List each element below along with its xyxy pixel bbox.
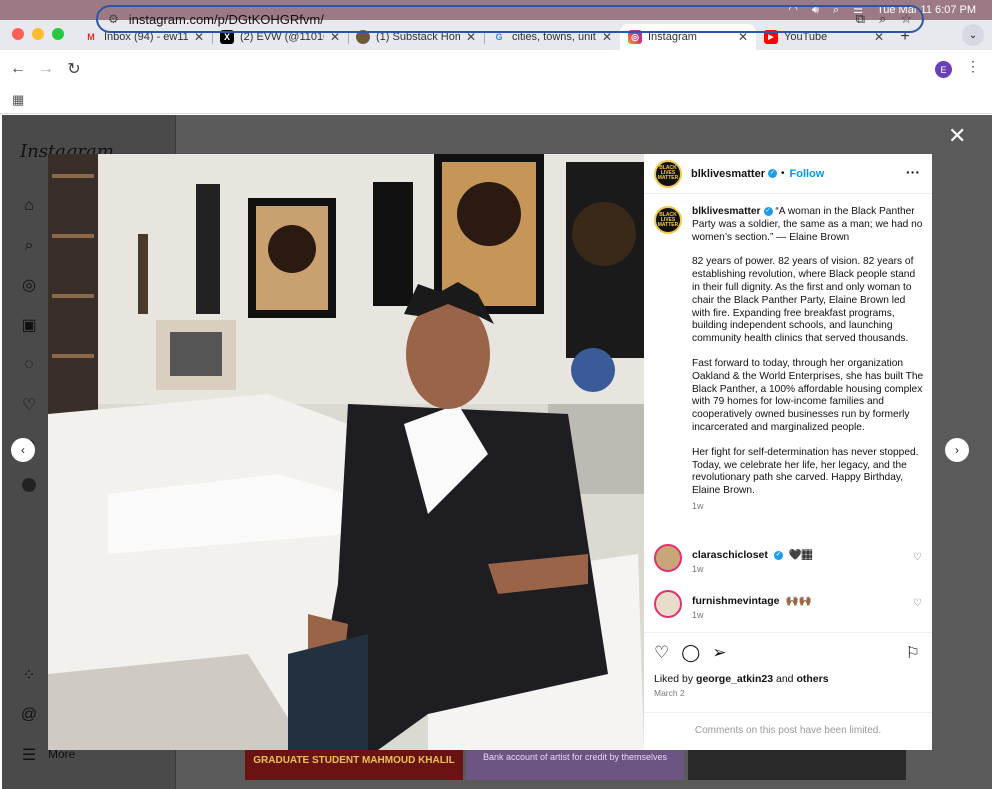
save-bookmark-icon[interactable]: ⚐ bbox=[906, 643, 920, 663]
comment-timestamp[interactable]: 1w bbox=[692, 610, 704, 620]
liked-by-text: Liked by george_atkin23 and others bbox=[654, 673, 829, 685]
post-photo[interactable] bbox=[48, 154, 644, 750]
tab-search-button[interactable]: ⌄ bbox=[962, 24, 984, 46]
caption-paragraph: 82 years of power. 82 years of vision. 8… bbox=[692, 256, 916, 345]
search-icon[interactable]: ⌕ bbox=[20, 237, 38, 255]
cast-icon[interactable]: ⧉ bbox=[856, 11, 865, 27]
verified-badge-icon: ✓ bbox=[773, 550, 783, 560]
reload-button[interactable]: ↻ bbox=[60, 59, 88, 79]
window-controls bbox=[0, 28, 76, 50]
more-menu-icon[interactable]: ☰ bbox=[20, 746, 38, 764]
site-info-icon[interactable]: ⚙︎ bbox=[108, 12, 119, 26]
post-header: BLACK LIVES MATTER blklivesmatter ✓ • Fo… bbox=[644, 154, 932, 194]
verified-badge-icon: ✓ bbox=[763, 206, 773, 216]
share-send-icon[interactable]: ➢ bbox=[712, 643, 726, 663]
browser-toolbar: ← → ↻ bbox=[0, 50, 992, 88]
instagram-page: Instagram ⌂ ⌕ ◎ ▣ ◌ ♡ ⊕ ⁘ @ ☰ More GRADU… bbox=[2, 115, 992, 789]
apps-grid-icon[interactable]: ▦ bbox=[12, 92, 24, 108]
caption-author-avatar[interactable]: BLACK LIVES MATTER bbox=[654, 206, 682, 234]
bookmarks-bar bbox=[0, 88, 992, 114]
next-post-button[interactable]: › bbox=[945, 438, 969, 462]
commenter-username[interactable]: claraschicloset bbox=[692, 549, 768, 561]
gmail-icon: M bbox=[87, 32, 95, 42]
chrome-menu-icon[interactable]: ⋮ bbox=[966, 58, 980, 75]
commenter-avatar[interactable] bbox=[654, 544, 682, 572]
caption-text: blklivesmatter ✓ “A woman in the Black Pa… bbox=[692, 206, 924, 513]
also-from-meta-icon[interactable]: ⁘ bbox=[20, 666, 38, 684]
follow-button[interactable]: Follow bbox=[790, 168, 825, 180]
background-post-tile[interactable]: Bank account of artist for credit by the… bbox=[466, 746, 684, 780]
caption-paragraph: Her fight for self-determination has nev… bbox=[692, 446, 919, 497]
comment-text: 🖤🏾 bbox=[788, 549, 813, 561]
forward-button[interactable]: → bbox=[32, 60, 60, 78]
like-heart-icon[interactable]: ♡ bbox=[654, 643, 669, 663]
previous-post-button[interactable]: ‹ bbox=[11, 438, 35, 462]
author-username[interactable]: blklivesmatter bbox=[691, 168, 765, 180]
minimize-window-button[interactable] bbox=[32, 28, 44, 40]
comments-limited-notice: Comments on this post have been limited. bbox=[644, 712, 932, 736]
comment-timestamp[interactable]: 1w bbox=[692, 564, 704, 574]
caption-paragraph: Fast forward to today, through her organ… bbox=[692, 357, 924, 433]
comment-bubble-icon[interactable]: ◯ bbox=[681, 643, 700, 663]
background-post-tile[interactable]: GRADUATE STUDENT MAHMOUD KHALIL bbox=[245, 746, 463, 780]
liked-by-user[interactable]: george_atkin23 bbox=[696, 673, 773, 685]
zoom-window-button[interactable] bbox=[52, 28, 64, 40]
profile-avatar[interactable]: E bbox=[935, 61, 952, 78]
zoom-icon[interactable]: ⌕ bbox=[879, 11, 886, 27]
profile-avatar-icon[interactable] bbox=[20, 476, 38, 494]
like-comment-heart-icon[interactable]: ♡ bbox=[913, 598, 922, 609]
messenger-icon[interactable]: ◌ bbox=[20, 356, 38, 374]
comment-item: furnishmevintage 🙌🏾🙌🏾 1w ♡ bbox=[654, 590, 924, 624]
comment-item: claraschicloset ✓ 🖤🏾 1w ♡ bbox=[654, 544, 924, 578]
like-comment-heart-icon[interactable]: ♡ bbox=[913, 552, 922, 563]
back-button[interactable]: ← bbox=[4, 60, 32, 78]
comment-text: 🙌🏾🙌🏾 bbox=[785, 595, 812, 607]
more-options-icon[interactable]: ··· bbox=[906, 164, 920, 180]
commenter-username[interactable]: furnishmevintage bbox=[692, 595, 780, 607]
notifications-heart-icon[interactable]: ♡ bbox=[20, 396, 38, 414]
explore-icon[interactable]: ◎ bbox=[20, 276, 38, 294]
author-avatar[interactable]: BLACK LIVES MATTER bbox=[654, 159, 682, 188]
caption-author[interactable]: blklivesmatter bbox=[692, 206, 761, 217]
bookmark-star-icon[interactable]: ☆ bbox=[900, 11, 912, 27]
home-icon[interactable]: ⌂ bbox=[20, 197, 38, 215]
caption-timestamp[interactable]: 1w bbox=[692, 500, 924, 513]
close-window-button[interactable] bbox=[12, 28, 24, 40]
background-post-tile[interactable] bbox=[688, 746, 906, 780]
address-bar[interactable]: ⚙︎ instagram.com/p/DGtKOHGRfvm/ ⧉ ⌕ ☆ bbox=[96, 5, 924, 33]
post-date[interactable]: March 2 bbox=[654, 688, 685, 698]
post-details-panel: BLACK LIVES MATTER blklivesmatter ✓ • Fo… bbox=[644, 154, 932, 750]
liked-by-others[interactable]: others bbox=[796, 673, 828, 685]
verified-badge-icon: ✓ bbox=[767, 169, 777, 178]
commenter-avatar[interactable] bbox=[654, 590, 682, 618]
close-modal-icon[interactable]: ✕ bbox=[948, 123, 966, 149]
reels-icon[interactable]: ▣ bbox=[20, 316, 38, 334]
post-actions: ♡ ◯ ➢ ⚐ Liked by george_atkin23 and othe… bbox=[644, 632, 932, 750]
url-text[interactable]: instagram.com/p/DGtKOHGRfvm/ bbox=[129, 12, 324, 27]
threads-icon[interactable]: @ bbox=[20, 706, 38, 724]
